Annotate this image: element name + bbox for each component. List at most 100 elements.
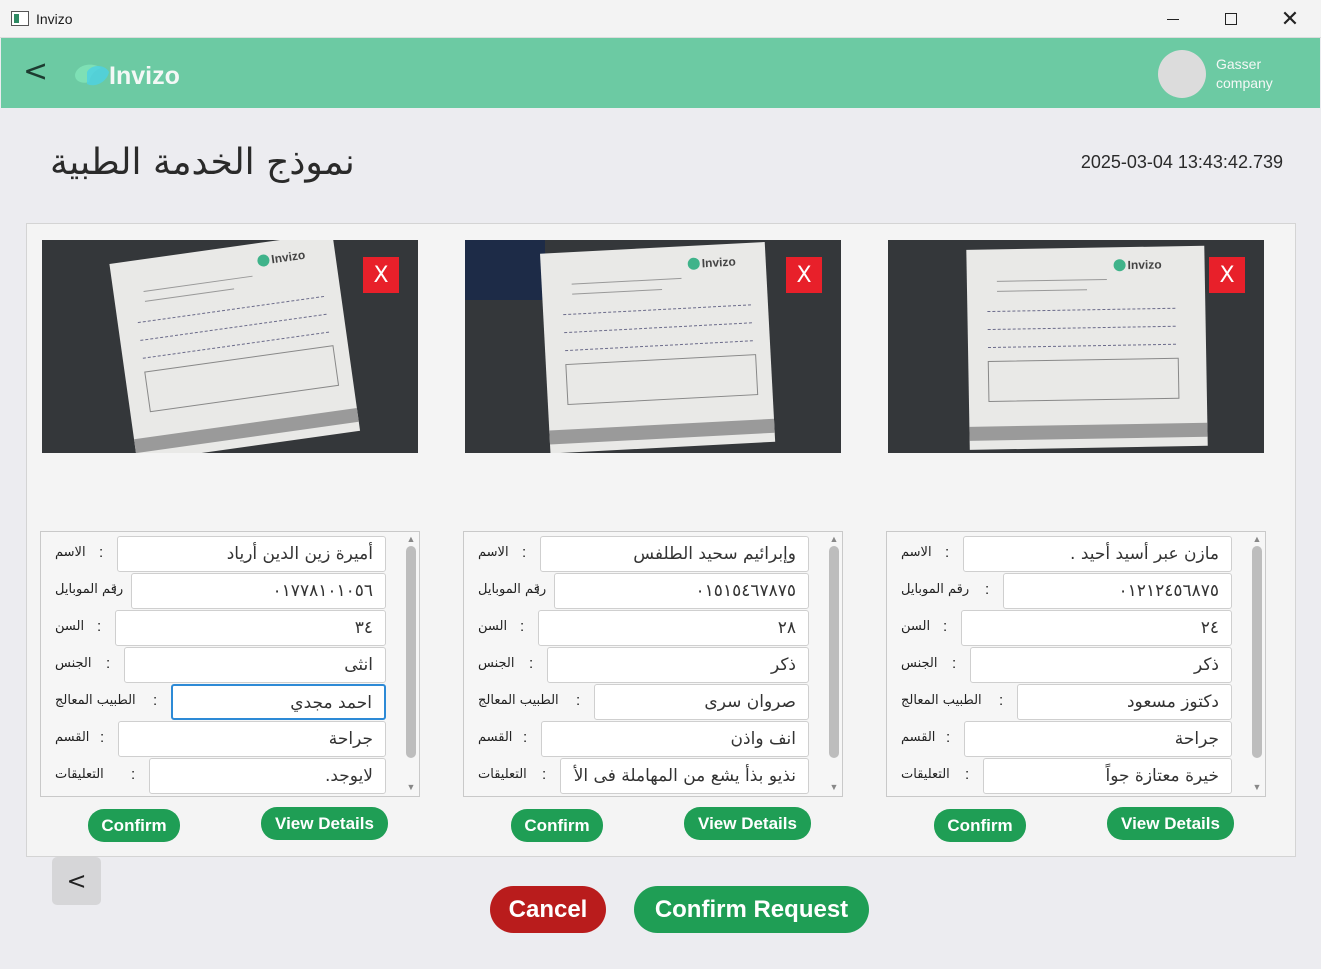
field-row: القسم: انف واذن <box>464 720 814 757</box>
window-titlebar: Invizo ✕ <box>0 0 1321 38</box>
field-row: الاسم: مازن عبر أسيد أحيد . <box>887 535 1237 572</box>
field-input[interactable]: جراحة <box>964 721 1232 757</box>
view-details-button[interactable]: View Details <box>684 807 811 840</box>
field-input[interactable]: انف واذن <box>541 721 809 757</box>
field-row: التعليقات: لايوجد. <box>41 757 391 794</box>
user-name: Gasser <box>1216 56 1262 72</box>
field-input[interactable]: ذكر <box>547 647 809 683</box>
field-input[interactable]: خيرة معتازة جواً <box>983 758 1232 794</box>
field-row: السن:٣٤ <box>41 609 391 646</box>
app-icon <box>11 11 29 26</box>
field-label: الاسم <box>478 545 509 560</box>
form-scrollbar[interactable]: ▲ ▼ <box>402 532 419 796</box>
field-label: التعليقات <box>901 767 950 782</box>
scroll-up-icon[interactable]: ▲ <box>829 534 839 544</box>
field-colon: : <box>985 581 990 598</box>
field-row: السن:٢٤ <box>887 609 1237 646</box>
previous-page-button[interactable]: < <box>52 857 101 905</box>
field-colon: : <box>99 544 104 561</box>
field-label: القسم <box>55 730 90 745</box>
field-input[interactable]: انثى <box>124 647 386 683</box>
scroll-thumb[interactable] <box>829 546 839 758</box>
field-input[interactable]: مازن عبر أسيد أحيد . <box>963 536 1232 572</box>
confirm-button[interactable]: Confirm <box>511 809 603 842</box>
field-input[interactable]: احمد مجدي <box>171 684 386 720</box>
field-colon: : <box>965 766 970 783</box>
field-input[interactable]: جراحة <box>118 721 386 757</box>
field-row: رقم الموبايل:٠١٥١٥٤٦٧٨٧٥ <box>464 572 814 609</box>
field-input[interactable]: ٠١٧٧٨١٠١٠٥٦ <box>131 573 386 609</box>
confirm-button[interactable]: Confirm <box>88 809 180 842</box>
back-button[interactable]: < <box>23 54 48 89</box>
avatar[interactable] <box>1158 50 1206 98</box>
field-input[interactable]: ٣٤ <box>115 610 386 646</box>
confirm-button[interactable]: Confirm <box>934 809 1026 842</box>
scroll-thumb[interactable] <box>1252 546 1262 758</box>
field-input[interactable]: ٠١٥١٥٤٦٧٨٧٥ <box>554 573 809 609</box>
field-colon: : <box>945 544 950 561</box>
scroll-up-icon[interactable]: ▲ <box>406 534 416 544</box>
form-scrollbar[interactable]: ▲ ▼ <box>825 532 842 796</box>
field-input[interactable]: دكتوز مسعود <box>1017 684 1232 720</box>
scroll-thumb[interactable] <box>406 546 416 758</box>
field-input[interactable]: ٠١٢١٢٤٥٦٨٧٥ <box>1003 573 1232 609</box>
field-row: الطبيب المعالج: دكتوز مسعود <box>887 683 1237 720</box>
user-company: company <box>1216 75 1273 91</box>
field-input[interactable]: وإبرائيم سحيد الطلفس <box>540 536 809 572</box>
field-colon: : <box>131 766 136 783</box>
view-details-button[interactable]: View Details <box>261 807 388 840</box>
brand-logo-icon <box>75 64 109 86</box>
field-input[interactable]: أميرة زين الدين أرياد <box>117 536 386 572</box>
scroll-down-icon[interactable]: ▼ <box>829 782 839 792</box>
maximize-button[interactable] <box>1202 0 1260 38</box>
form-photo: Invizo <box>888 240 1264 453</box>
field-label: الطبيب المعالج <box>55 693 136 708</box>
remove-photo-button[interactable]: X <box>363 257 399 293</box>
field-colon: : <box>536 581 541 598</box>
field-input[interactable]: لايوجد. <box>149 758 386 794</box>
confirm-request-button[interactable]: Confirm Request <box>634 886 869 933</box>
field-colon: : <box>542 766 547 783</box>
field-row: الجنس: انثى <box>41 646 391 683</box>
cancel-button[interactable]: Cancel <box>490 886 606 933</box>
field-input[interactable]: ٢٨ <box>538 610 809 646</box>
scroll-down-icon[interactable]: ▼ <box>1252 782 1262 792</box>
field-colon: : <box>100 729 105 746</box>
field-label: الجنس <box>55 656 92 671</box>
field-input[interactable]: ٢٤ <box>961 610 1232 646</box>
field-row: الطبيب المعالج: صروان سرى <box>464 683 814 720</box>
field-label: القسم <box>901 730 936 745</box>
scroll-up-icon[interactable]: ▲ <box>1252 534 1262 544</box>
user-info: Gasser company <box>1216 55 1273 93</box>
field-label: السن <box>55 619 85 634</box>
field-colon: : <box>97 618 102 635</box>
brand-name: Invizo <box>109 62 180 90</box>
field-colon: : <box>946 729 951 746</box>
field-label: التعليقات <box>478 767 527 782</box>
scroll-down-icon[interactable]: ▼ <box>406 782 416 792</box>
remove-photo-button[interactable]: X <box>786 257 822 293</box>
field-row: الاسم: أميرة زين الدين أرياد <box>41 535 391 572</box>
field-colon: : <box>113 581 118 598</box>
form-photo-image: Invizo <box>465 240 841 453</box>
photo-logo-text: Invizo <box>701 255 736 271</box>
field-row: التعليقات: نذيو بذأ يشع من المهاملة فى ال… <box>464 757 814 794</box>
app-header: < Invizo Gasser company <box>1 38 1320 108</box>
maximize-icon <box>1225 13 1237 25</box>
field-colon: : <box>576 692 581 709</box>
field-colon: : <box>153 692 158 709</box>
field-label: السن <box>478 619 508 634</box>
field-input[interactable]: ذكر <box>970 647 1232 683</box>
form-scrollbar[interactable]: ▲ ▼ <box>1248 532 1265 796</box>
close-window-button[interactable]: ✕ <box>1261 0 1319 38</box>
remove-photo-button[interactable]: X <box>1209 257 1245 293</box>
minimize-button[interactable] <box>1144 0 1202 38</box>
field-input[interactable]: نذيو بذأ يشع من المهاملة فى الأ <box>560 758 809 794</box>
field-row: السن:٢٨ <box>464 609 814 646</box>
field-label: القسم <box>478 730 513 745</box>
field-colon: : <box>520 618 525 635</box>
form-fields-box: الاسم: مازن عبر أسيد أحيد . رقم الموبايل:٠… <box>886 531 1266 797</box>
field-colon: : <box>106 655 111 672</box>
view-details-button[interactable]: View Details <box>1107 807 1234 840</box>
field-input[interactable]: صروان سرى <box>594 684 809 720</box>
